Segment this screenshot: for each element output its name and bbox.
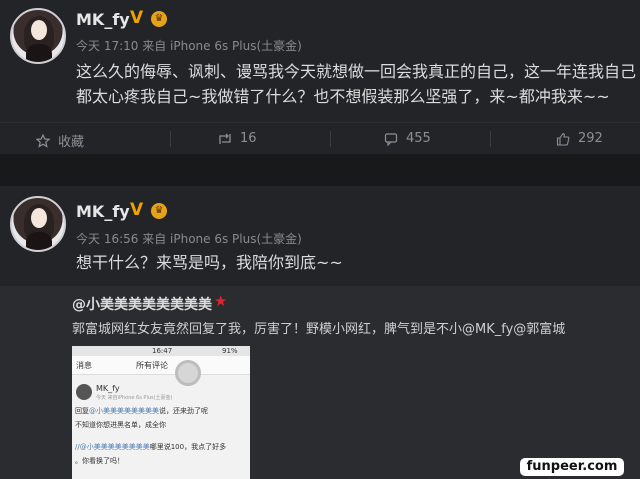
thumb-overlay-circle (175, 360, 201, 386)
crown-icon: ♛ (151, 203, 167, 219)
username[interactable]: MK_fy (76, 10, 130, 29)
favorite-icon (36, 133, 50, 148)
verified-icon: V (130, 8, 144, 28)
action-bar: 收藏 16 455 292 (0, 122, 640, 155)
repost-button[interactable]: 16 (218, 131, 257, 146)
post-text-line-2: 都太心疼我自己~我做错了什么？也不想假装那么坚强了，来~都冲我来~~ (76, 87, 610, 106)
like-count: 292 (578, 131, 603, 146)
thumb-line-3: //@小美美美美美美美美哪里说100，我点了好多 (75, 443, 227, 451)
thumb-meta: 今天 来自iPhone 6s Plus(土豪金) (96, 395, 173, 401)
post-meta: 今天 16:56 来自 iPhone 6s Plus(土豪金) (76, 232, 302, 246)
repost-icon (219, 133, 231, 144)
thumb-line-2: 不知道你想进黑名单，成全你 (75, 421, 166, 429)
like-icon (556, 132, 570, 146)
weibo-post-1: MK_fy V ♛ 今天 17:10 来自 iPhone 6s Plus(土豪金… (0, 0, 640, 154)
weibo-post-2: MK_fy V ♛ 今天 16:56 来自 iPhone 6s Plus(土豪金… (0, 186, 640, 479)
post-meta: 今天 17:10 来自 iPhone 6s Plus(土豪金) (76, 39, 302, 53)
favorite-label: 收藏 (58, 135, 85, 150)
favorite-button[interactable]: 收藏 (36, 131, 84, 150)
watermark: funpeer.com (520, 458, 624, 476)
thumb-username: MK_fy (96, 384, 120, 393)
avatar[interactable] (10, 8, 66, 64)
repost-original-user[interactable]: @小美美美美美美美美 (72, 294, 212, 314)
repost-count: 16 (240, 131, 257, 146)
post-separator (0, 154, 640, 186)
thumb-header: 消息 所有评论 (72, 356, 250, 375)
comment-count: 455 (406, 131, 431, 146)
avatar[interactable] (10, 196, 66, 252)
star-icon: ★ (214, 292, 228, 310)
thumb-avatar (76, 384, 92, 400)
username[interactable]: MK_fy (76, 202, 130, 221)
repost-original-text: 郭富城网红女友竟然回复了我，厉害了！野模小网红，脾气到是不小@MK_fy@郭富城 (72, 322, 566, 337)
like-button[interactable]: 292 (556, 131, 603, 146)
verified-icon: V (130, 200, 144, 220)
thumb-line-1: 回复@小美美美美美美美美说，还来劲了呢 (75, 407, 208, 415)
comment-button[interactable]: 455 (384, 131, 431, 146)
thumb-status-bar: 16:47 91% (72, 346, 250, 356)
post-text-line-1: 这么久的侮辱、讽刺、谩骂我今天就想做一回会我真正的自己，这一年连我自己 (76, 62, 637, 81)
repost-screenshot-image[interactable]: 16:47 91% 消息 所有评论 MK_fy 今天 来自iPhone 6s P… (72, 346, 250, 479)
comment-icon (384, 132, 398, 146)
post-text: 想干什么？来骂是吗，我陪你到底~~ (76, 253, 343, 272)
thumb-line-4: 。你看换了吗！ (75, 457, 124, 465)
crown-icon: ♛ (151, 11, 167, 27)
